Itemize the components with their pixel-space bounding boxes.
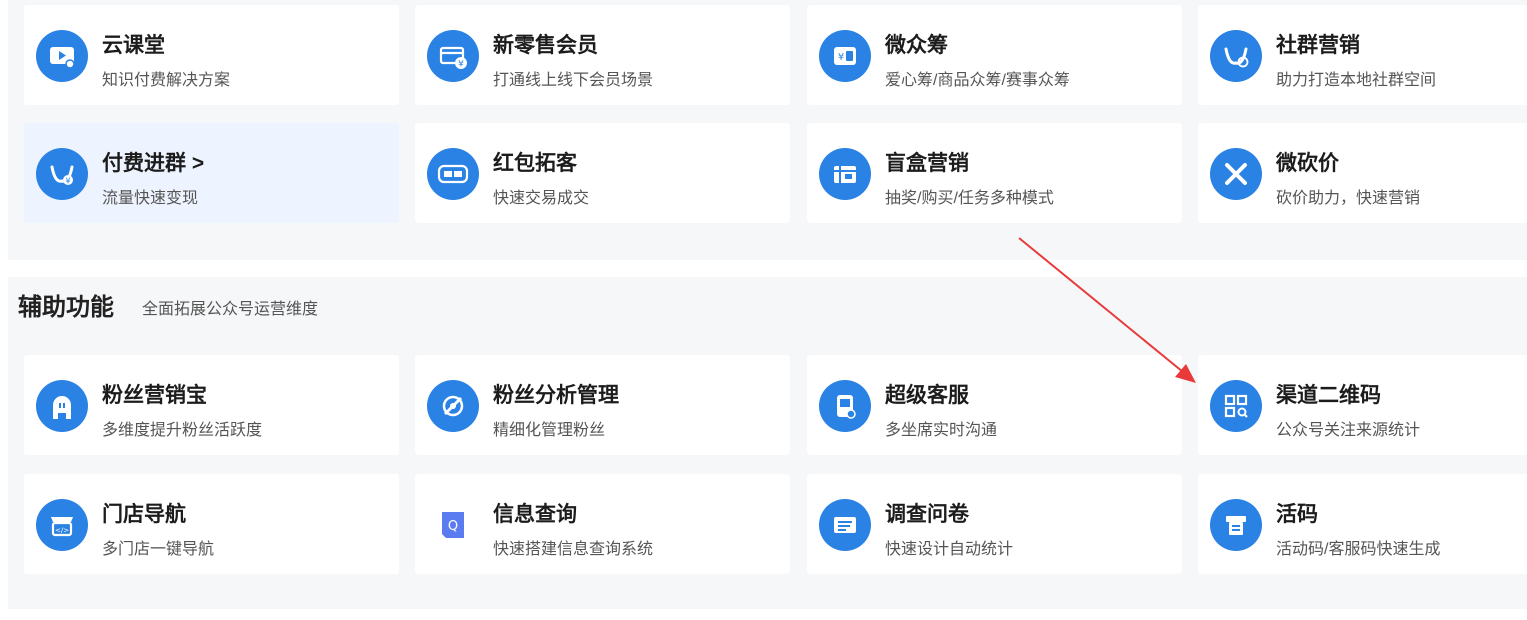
card-title: 粉丝营销宝 (102, 384, 207, 407)
card-desc: 活动码/客服码快速生成 (1276, 541, 1441, 558)
card-fan-analysis[interactable]: 粉丝分析管理 精细化管理粉丝 (415, 355, 790, 455)
card-title: 新零售会员 (493, 34, 598, 57)
card-cloud-classroom[interactable]: 云课堂 知识付费解决方案 (24, 5, 399, 105)
bargain-icon (1210, 148, 1262, 200)
card-title: 盲盒营销 (885, 152, 969, 175)
card-desc: 砍价助力，快速营销 (1276, 190, 1421, 207)
card-live-code[interactable]: 活码 活动码/客服码快速生成 (1198, 474, 1527, 574)
section-subtitle: 全面拓展公众号运营维度 (142, 301, 319, 318)
card-desc: 打通线上线下会员场景 (493, 72, 654, 89)
card-desc: 公众号关注来源统计 (1276, 422, 1421, 439)
member-card-icon: ¥ (427, 30, 479, 82)
svg-text:</>: </> (55, 527, 69, 535)
fan-marketing-icon (36, 380, 88, 432)
card-title: 云课堂 (102, 34, 165, 57)
card-desc: 多维度提升粉丝活跃度 (102, 422, 263, 439)
community-icon (1210, 30, 1262, 82)
card-desc: 快速搭建信息查询系统 (493, 541, 654, 558)
paid-group-icon: ¥ (36, 148, 88, 200)
card-desc: 知识付费解决方案 (102, 72, 231, 89)
card-paid-group[interactable]: ¥ 付费进群 > 流量快速变现 (24, 123, 399, 223)
card-bargain[interactable]: 微砍价 砍价助力，快速营销 (1198, 123, 1527, 223)
card-desc: 多坐席实时沟通 (885, 422, 998, 439)
card-info-query[interactable]: Q 信息查询 快速搭建信息查询系统 (415, 474, 790, 574)
store-nav-icon: </> (36, 499, 88, 551)
card-community-marketing[interactable]: 社群营销 助力打造本地社群空间 (1198, 5, 1527, 105)
svg-text:¥: ¥ (65, 177, 70, 186)
section-title: 辅助功能 (18, 294, 114, 321)
card-survey[interactable]: 调查问卷 快速设计自动统计 (807, 474, 1182, 574)
card-desc: 爱心筹/商品众筹/赛事众筹 (885, 72, 1070, 89)
svg-text:¥: ¥ (458, 60, 464, 70)
card-title: 调查问卷 (885, 503, 969, 526)
card-title: 活码 (1276, 503, 1318, 526)
card-desc: 精细化管理粉丝 (493, 422, 606, 439)
card-desc: 快速交易成交 (493, 190, 590, 207)
info-query-icon: Q (427, 499, 479, 551)
card-title: 渠道二维码 (1276, 384, 1381, 407)
card-blind-box[interactable]: 盲盒营销 抽奖/购买/任务多种模式 (807, 123, 1182, 223)
red-packet-icon (427, 148, 479, 200)
card-channel-qr[interactable]: 渠道二维码 公众号关注来源统计 (1198, 355, 1527, 455)
card-new-retail-member[interactable]: ¥ 新零售会员 打通线上线下会员场景 (415, 5, 790, 105)
tv-play-icon (36, 30, 88, 82)
svg-text:¥: ¥ (838, 52, 844, 63)
survey-icon (819, 499, 871, 551)
card-red-packet[interactable]: 红包拓客 快速交易成交 (415, 123, 790, 223)
card-desc: 抽奖/购买/任务多种模式 (885, 190, 1054, 207)
crowdfunding-icon: ¥ (819, 30, 871, 82)
aux-section: 辅助功能 全面拓展公众号运营维度 粉丝营销宝 多维度提升粉丝活跃度 粉丝分析管理… (8, 277, 1527, 609)
marketing-section: 云课堂 知识付费解决方案 ¥ 新零售会员 打通线上线下会员场景 ¥ 微众筹 爱心… (8, 0, 1527, 260)
card-title: 粉丝分析管理 (493, 384, 619, 407)
fan-analysis-icon (427, 380, 479, 432)
card-fan-marketing[interactable]: 粉丝营销宝 多维度提升粉丝活跃度 (24, 355, 399, 455)
card-title: 信息查询 (493, 503, 577, 526)
qr-code-icon (1210, 380, 1262, 432)
card-title: 红包拓客 (493, 152, 577, 175)
card-title: 微众筹 (885, 34, 948, 57)
card-desc: 流量快速变现 (102, 190, 199, 207)
card-desc: 助力打造本地社群空间 (1276, 72, 1437, 89)
svg-text:Q: Q (448, 519, 458, 534)
card-title: 社群营销 (1276, 34, 1360, 57)
card-title: 超级客服 (885, 384, 969, 407)
card-title: 付费进群 > (102, 152, 205, 175)
live-code-icon (1210, 499, 1262, 551)
card-title: 门店导航 (102, 503, 186, 526)
card-desc: 快速设计自动统计 (885, 541, 1014, 558)
customer-service-icon (819, 380, 871, 432)
card-desc: 多门店一键导航 (102, 541, 215, 558)
blind-box-icon (819, 148, 871, 200)
card-super-customer-service[interactable]: 超级客服 多坐席实时沟通 (807, 355, 1182, 455)
card-title: 微砍价 (1276, 152, 1339, 175)
card-store-navigation[interactable]: </> 门店导航 多门店一键导航 (24, 474, 399, 574)
card-micro-crowdfunding[interactable]: ¥ 微众筹 爱心筹/商品众筹/赛事众筹 (807, 5, 1182, 105)
